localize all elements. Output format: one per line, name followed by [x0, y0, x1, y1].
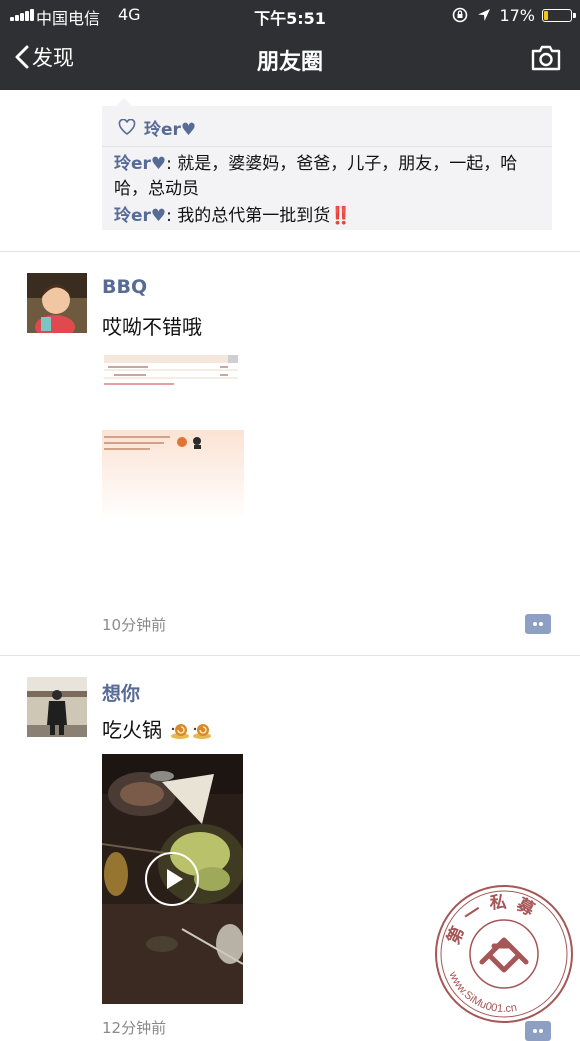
divider	[0, 251, 580, 252]
video-thumbnail[interactable]	[102, 754, 243, 1004]
comment-text: 我的总代第一批到货‼️	[177, 206, 352, 226]
play-icon[interactable]	[145, 852, 199, 906]
comment-colon: :	[166, 206, 178, 226]
comment-button[interactable]	[525, 1021, 551, 1041]
post-text: 吃火锅	[102, 718, 162, 742]
battery-percent: 17%	[499, 5, 535, 25]
post-image[interactable]	[102, 430, 244, 520]
avatar-image	[27, 677, 87, 737]
comment-button[interactable]	[525, 614, 551, 634]
post-text: 哎呦不错哦	[102, 315, 202, 339]
watermark-seal: 第一私募 www.SiMu001.cn	[435, 885, 573, 1023]
divider	[0, 655, 580, 656]
top-bar: 中国电信 4G 下午5:51 17% 发现 朋友圈	[0, 0, 580, 90]
post-author[interactable]: 想你	[102, 679, 140, 706]
comment-author[interactable]: 玲er♥	[114, 154, 166, 174]
post-image[interactable]	[102, 350, 244, 392]
comment-item[interactable]: 玲er♥: 我的总代第一批到货‼️	[114, 204, 538, 229]
snail-emoji-icon	[171, 724, 190, 739]
heart-icon	[118, 119, 136, 135]
likes-names: 玲er♥	[144, 119, 197, 140]
snail-emoji-icon	[193, 724, 212, 739]
comments-panel: 玲er♥ 玲er♥: 就是，婆婆妈，爸爸，儿子，朋友，一起，哈哈，总动员 玲er…	[102, 98, 552, 230]
orientation-lock-icon	[453, 7, 468, 23]
comment-author[interactable]: 玲er♥	[114, 206, 166, 226]
status-bar: 中国电信 4G 下午5:51 17%	[0, 0, 580, 30]
avatar[interactable]	[27, 273, 87, 333]
post-time: 12分钟前	[102, 1019, 167, 1037]
camera-icon[interactable]	[530, 44, 562, 72]
page-title: 朋友圈	[256, 50, 323, 75]
post-time: 10分钟前	[102, 616, 167, 634]
comment-colon: :	[166, 154, 178, 174]
battery-icon	[542, 8, 576, 22]
divider	[102, 146, 552, 147]
comment-item[interactable]: 玲er♥: 就是，婆婆妈，爸爸，儿子，朋友，一起，哈哈，总动员	[114, 152, 538, 202]
nav-bar: 发现 朋友圈	[0, 30, 580, 90]
likes-row[interactable]: 玲er♥	[118, 114, 196, 140]
avatar[interactable]	[27, 677, 87, 737]
location-icon	[478, 9, 491, 21]
post-author[interactable]: BBQ	[102, 276, 147, 298]
post-text-row: 吃火锅	[102, 714, 212, 743]
avatar-image	[27, 273, 87, 333]
